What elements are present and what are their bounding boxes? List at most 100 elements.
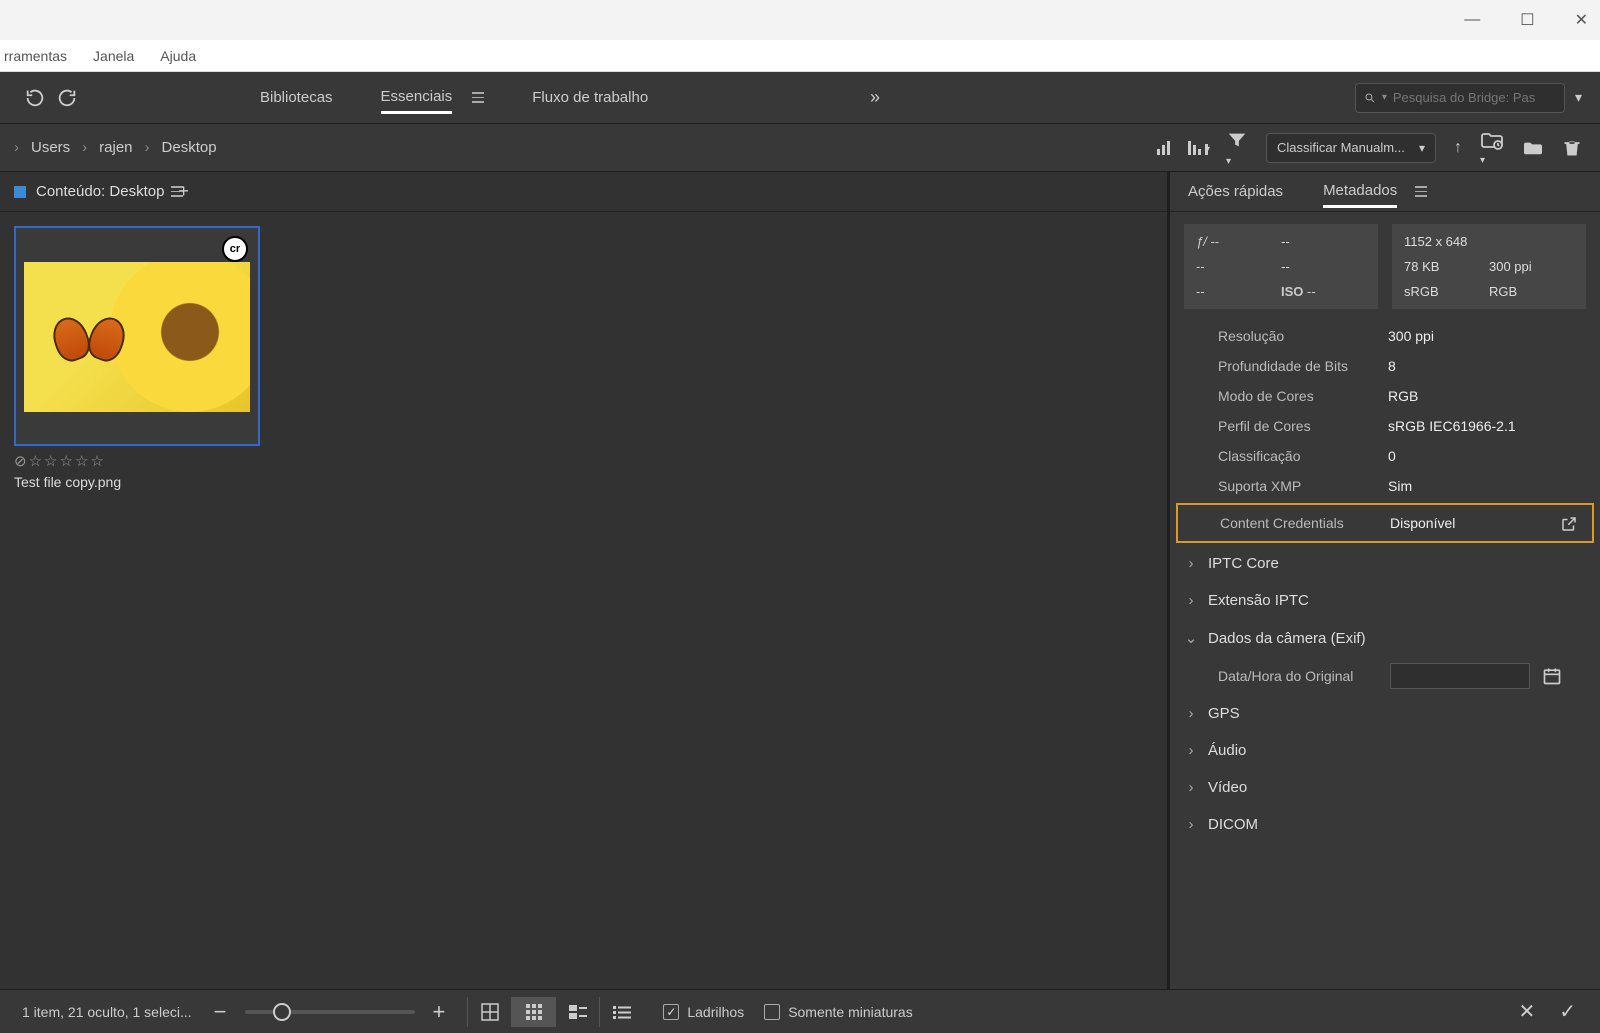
search-dropdown-icon[interactable]: ▾ [1382, 92, 1387, 103]
status-info: 1 item, 21 oculto, 1 seleci... [0, 1004, 192, 1020]
meta-row-bitdepth: Profundidade de Bits8 [1170, 351, 1600, 381]
sort-dropdown[interactable]: Classificar Manualm... ▾ [1266, 133, 1436, 163]
section-iptc-ext[interactable]: ›Extensão IPTC [1170, 582, 1600, 619]
chevron-right-icon: › [1184, 555, 1198, 572]
chevron-down-icon: ⌄ [1184, 629, 1198, 647]
close-button[interactable]: ✕ [1575, 10, 1588, 30]
search-field[interactable] [1393, 90, 1556, 105]
panel-menu-icon[interactable] [171, 186, 183, 197]
menu-tools[interactable]: rramentas [4, 48, 67, 64]
new-folder-icon[interactable] [1522, 139, 1544, 157]
calendar-icon[interactable] [1542, 666, 1562, 686]
chevron-right-icon: › [1184, 705, 1198, 722]
app-menubar: rramentas Janela Ajuda [0, 40, 1600, 72]
chevron-right-icon: › [1184, 779, 1198, 796]
path-toolbar: › Users › rajen › Desktop ▾ ▾ Classifica… [0, 124, 1600, 172]
workspace-tab-essentials[interactable]: Essenciais [381, 82, 453, 114]
checkbox-unchecked-icon[interactable] [764, 1004, 780, 1020]
rotate-cw-icon[interactable] [56, 87, 78, 109]
window-titlebar: — ☐ ✕ [0, 0, 1600, 40]
workspace-toolbar: Bibliotecas Essenciais Fluxo de trabalho… [0, 72, 1600, 124]
cancel-icon[interactable]: ✕ [1518, 999, 1535, 1024]
section-gps[interactable]: ›GPS [1170, 695, 1600, 732]
rating-row[interactable]: ⊘ ☆ ☆ ☆ ☆ ☆ [14, 452, 260, 470]
option-tiles[interactable]: ✓ Ladrilhos [663, 1004, 744, 1020]
sort-desc-icon[interactable]: ▾ [1188, 141, 1208, 155]
zoom-in-icon[interactable]: + [433, 999, 446, 1025]
meta-row-rating: Classificação0 [1170, 441, 1600, 471]
workspace-tab-libraries[interactable]: Bibliotecas [260, 83, 333, 112]
content-title: Conteúdo: Desktop [36, 183, 164, 200]
meta-row-colormode: Modo de CoresRGB [1170, 381, 1600, 411]
panel-indicator-icon [14, 186, 26, 198]
sort-asc-icon[interactable] [1157, 141, 1170, 155]
section-audio[interactable]: ›Áudio [1170, 732, 1600, 769]
file-summary-box: 1152 x 648 78 KB300 ppi sRGBRGB [1392, 224, 1586, 309]
chevron-right-icon: › [1184, 816, 1198, 833]
section-iptc-core[interactable]: ›IPTC Core [1170, 545, 1600, 582]
thumbnail-image [24, 262, 250, 412]
star-icon[interactable]: ☆ [44, 452, 57, 470]
breadcrumb-desktop[interactable]: Desktop [162, 139, 217, 156]
star-icon[interactable]: ☆ [29, 452, 42, 470]
star-icon[interactable]: ☆ [59, 452, 72, 470]
maximize-button[interactable]: ☐ [1520, 10, 1534, 30]
checkbox-checked-icon[interactable]: ✓ [663, 1004, 679, 1020]
star-icon[interactable]: ☆ [90, 452, 103, 470]
zoom-thumb[interactable] [273, 1003, 291, 1021]
breadcrumb-sep-icon: › [82, 139, 87, 156]
tab-metadata[interactable]: Metadados [1323, 176, 1397, 208]
cr-badge-icon: cr [222, 236, 248, 262]
zoom-track[interactable] [245, 1010, 415, 1014]
content-grid[interactable]: cr ⊘ ☆ ☆ ☆ ☆ ☆ Test file copy [0, 212, 1167, 989]
section-video[interactable]: ›Vídeo [1170, 769, 1600, 806]
metadata-list: Resolução300 ppi Profundidade de Bits8 M… [1170, 321, 1600, 989]
thumbnail-filename: Test file copy.png [14, 474, 260, 490]
thumbnail-item[interactable]: cr ⊘ ☆ ☆ ☆ ☆ ☆ Test file copy [14, 226, 260, 490]
open-recent-icon[interactable]: ▾ [1480, 130, 1504, 166]
chevron-right-icon: › [1184, 592, 1198, 609]
apply-icon[interactable]: ✓ [1559, 999, 1576, 1024]
breadcrumb: › Users › rajen › Desktop [0, 139, 217, 156]
menu-window[interactable]: Janela [93, 48, 134, 64]
menu-help[interactable]: Ajuda [160, 48, 196, 64]
chevron-down-icon: ▾ [1419, 141, 1425, 155]
reject-icon[interactable]: ⊘ [14, 452, 27, 470]
meta-row-xmp: Suporta XMPSim [1170, 471, 1600, 501]
camera-summary-box: ƒ/ -- -- ---- --ISO -- [1184, 224, 1378, 309]
section-exif[interactable]: ⌄Dados da câmera (Exif) [1170, 619, 1600, 657]
filter-icon[interactable]: ▾ [1226, 129, 1248, 167]
rotate-ccw-icon[interactable] [24, 87, 46, 109]
chevron-right-icon: › [1184, 742, 1198, 759]
sort-direction-up-icon[interactable]: ↑ [1454, 139, 1462, 157]
trash-icon[interactable] [1562, 137, 1582, 159]
tab-quick-actions[interactable]: Ações rápidas [1188, 177, 1283, 206]
search-input[interactable]: ▾ [1355, 83, 1565, 113]
exif-datetime-field: Data/Hora do Original [1170, 657, 1600, 695]
panel-menu-icon[interactable] [1415, 186, 1427, 197]
minimize-button[interactable]: — [1464, 11, 1480, 29]
view-grid-lock-icon[interactable] [467, 997, 511, 1027]
workspace-overflow-icon[interactable]: » [870, 87, 880, 108]
statusbar: 1 item, 21 oculto, 1 seleci... − + ✓ Lad… [0, 989, 1600, 1033]
option-thumbs-only[interactable]: Somente miniaturas [764, 1004, 913, 1020]
view-details-icon[interactable] [555, 997, 599, 1027]
breadcrumb-sep-icon: › [14, 139, 19, 156]
exif-datetime-input[interactable] [1390, 663, 1530, 689]
view-thumbnails-icon[interactable] [511, 997, 555, 1027]
content-pane: Conteúdo: Desktop + cr ⊘ ☆ [0, 172, 1170, 989]
meta-row-content-credentials[interactable]: Content CredentialsDisponível [1176, 503, 1594, 543]
workspace-menu-icon[interactable] [472, 92, 484, 103]
breadcrumb-users[interactable]: Users [31, 139, 70, 156]
content-header: Conteúdo: Desktop + [0, 172, 1167, 212]
search-scope-chevron-icon[interactable]: ▾ [1575, 89, 1582, 106]
zoom-out-icon[interactable]: − [214, 999, 227, 1025]
external-link-icon[interactable] [1560, 515, 1578, 533]
star-icon[interactable]: ☆ [75, 452, 88, 470]
workspace-tab-workflow[interactable]: Fluxo de trabalho [532, 83, 648, 112]
meta-row-colorprofile: Perfil de CoressRGB IEC61966-2.1 [1170, 411, 1600, 441]
breadcrumb-rajen[interactable]: rajen [99, 139, 132, 156]
zoom-slider[interactable]: − + [214, 999, 446, 1025]
view-list-icon[interactable] [599, 997, 643, 1027]
section-dicom[interactable]: ›DICOM [1170, 806, 1600, 843]
